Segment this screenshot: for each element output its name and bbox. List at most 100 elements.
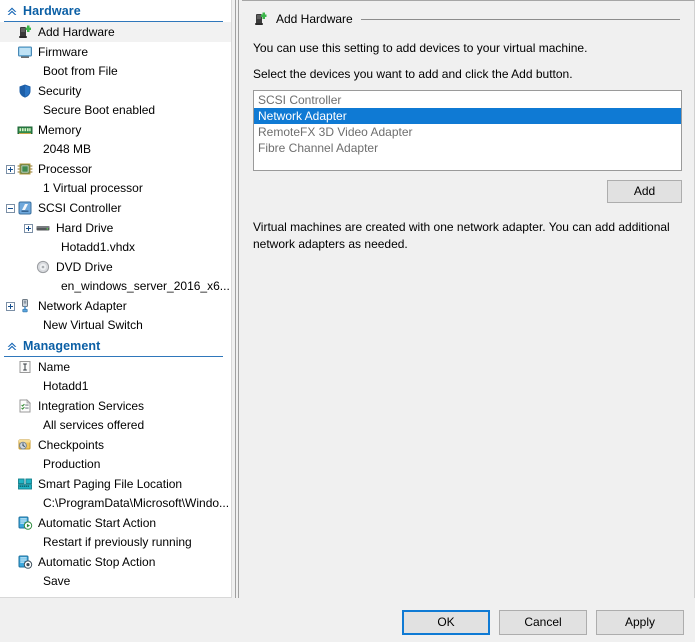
tree-item-scsi-controller[interactable]: SCSI Controller	[0, 198, 231, 218]
network-adapter-icon	[17, 298, 33, 314]
cancel-button[interactable]: Cancel	[499, 610, 587, 635]
tree-item-network-adapter[interactable]: Network Adapter	[0, 296, 231, 316]
tree-item-subtext: Restart if previously running	[43, 535, 192, 549]
pane-splitter[interactable]	[232, 0, 242, 598]
tree-item-label: Automatic Start Action	[38, 516, 157, 530]
settings-detail-pane: Add Hardware You can use this setting to…	[242, 0, 695, 598]
intro-line-1: You can use this setting to add devices …	[253, 41, 588, 55]
settings-tree[interactable]: Hardware Add Hardware Firmware Boot from Fi…	[0, 0, 231, 597]
firmware-monitor-icon	[17, 44, 33, 60]
tree-item-subtext: Secure Boot enabled	[43, 103, 156, 117]
tree-expander-spacer	[4, 435, 17, 455]
device-list-item[interactable]: Network Adapter	[254, 108, 681, 124]
tree-item-smart-paging-file-location[interactable]: Smart Paging File Location	[0, 474, 231, 494]
tree-item-subtext: All services offered	[43, 418, 145, 432]
tree-item-subtext: en_windows_server_2016_x6...	[61, 279, 230, 293]
footer-button-group: OK Cancel Apply	[402, 610, 684, 635]
integration-services-icon	[17, 398, 33, 414]
tree-item-subtext: Hotadd1	[43, 379, 89, 393]
chevron-up-icon[interactable]	[4, 3, 20, 19]
tree-item-automatic-stop-action[interactable]: Automatic Stop Action	[0, 552, 231, 572]
tree-item-memory[interactable]: Memory	[0, 120, 231, 140]
tree-item-label: DVD Drive	[56, 260, 113, 274]
tree-item-security[interactable]: Security	[0, 81, 231, 101]
tree-item-hard-drive[interactable]: Hard Drive	[0, 218, 231, 238]
tree-expander-spacer	[4, 22, 17, 42]
tree-item-add-hardware[interactable]: Add Hardware	[0, 22, 231, 42]
tree-expander-spacer	[4, 513, 17, 533]
section-title: Management	[23, 338, 101, 353]
tree-item-label: Integration Services	[38, 399, 145, 413]
tree-item-label: Processor	[38, 162, 93, 176]
add-hardware-icon	[17, 24, 33, 40]
name-textfield-icon	[17, 359, 33, 375]
tree-item-subtext: Save	[43, 574, 71, 588]
tree-item-integration-services[interactable]: Integration Services	[0, 396, 231, 416]
tree-expander-spacer	[4, 357, 17, 377]
auto-start-icon	[17, 515, 33, 531]
intro-line-2: Select the devices you want to add and c…	[253, 67, 573, 81]
memory-dimm-icon	[17, 122, 33, 138]
add-hardware-icon	[253, 11, 269, 27]
tree-item-label: Network Adapter	[38, 299, 127, 313]
tree-expander-plus-icon[interactable]	[22, 218, 35, 238]
device-list-item[interactable]: RemoteFX 3D Video Adapter	[254, 124, 681, 140]
smart-paging-icon	[17, 476, 33, 492]
tree-item-label: Checkpoints	[38, 438, 105, 452]
tree-expander-minus-icon[interactable]	[4, 198, 17, 218]
tree-item-label: Memory	[38, 123, 82, 137]
checkpoints-icon	[17, 437, 33, 453]
add-button-row: Add	[253, 180, 682, 203]
device-hint-text: Virtual machines are created with one ne…	[253, 220, 670, 251]
tree-item-label: Security	[38, 84, 82, 98]
tree-item-checkpoints[interactable]: Checkpoints	[0, 435, 231, 455]
tree-item-subtext: C:\ProgramData\Microsoft\Windo...	[43, 496, 230, 510]
tree-expander-spacer	[4, 120, 17, 140]
pane-title-rule	[360, 18, 680, 20]
tree-item-subtext: New Virtual Switch	[43, 318, 143, 332]
chevron-up-icon[interactable]	[4, 338, 20, 354]
dialog-body: Hardware Add Hardware Firmware Boot from Fi…	[0, 0, 695, 598]
tree-expander-spacer	[4, 42, 17, 62]
tree-item-processor[interactable]: Processor	[0, 159, 231, 179]
tree-item-subtext: Hotadd1.vhdx	[61, 240, 136, 254]
security-shield-icon	[17, 83, 33, 99]
ok-button[interactable]: OK	[402, 610, 490, 635]
device-list-item[interactable]: SCSI Controller	[254, 92, 681, 108]
tree-item-subtext: 2048 MB	[43, 142, 92, 156]
device-list-box[interactable]: SCSI Controller Network Adapter RemoteFX 3…	[253, 90, 682, 171]
auto-stop-icon	[17, 554, 33, 570]
hard-drive-icon	[35, 220, 51, 236]
pane-header: Add Hardware	[253, 10, 682, 28]
vm-settings-dialog: Hardware Add Hardware Firmware Boot from Fi…	[0, 0, 695, 642]
tree-item-label: SCSI Controller	[38, 201, 122, 215]
tree-expander-spacer	[4, 552, 17, 572]
tree-item-label: Smart Paging File Location	[38, 477, 183, 491]
tree-expander-spacer	[4, 474, 17, 494]
section-header-management[interactable]: Management	[0, 335, 231, 356]
tree-item-dvd-drive[interactable]: DVD Drive	[0, 257, 231, 277]
tree-expander-spacer	[4, 396, 17, 416]
tree-item-subtext: Production	[43, 457, 101, 471]
tree-item-label: Name	[38, 360, 71, 374]
tree-expander-spacer	[4, 81, 17, 101]
scsi-controller-icon	[17, 200, 33, 216]
tree-item-automatic-start-action[interactable]: Automatic Start Action	[0, 513, 231, 533]
section-header-hardware[interactable]: Hardware	[0, 0, 231, 21]
add-button[interactable]: Add	[607, 180, 682, 203]
tree-expander-plus-icon[interactable]	[4, 296, 17, 316]
tree-item-firmware[interactable]: Firmware	[0, 42, 231, 62]
dialog-footer: OK Cancel Apply	[0, 598, 695, 642]
splitter-handle[interactable]	[235, 0, 239, 598]
tree-item-label: Automatic Stop Action	[38, 555, 156, 569]
tree-item-label: Hard Drive	[56, 221, 114, 235]
tree-expander-plus-icon[interactable]	[4, 159, 17, 179]
pane-title-text: Add Hardware	[276, 12, 353, 26]
tree-item-name[interactable]: Name	[0, 357, 231, 377]
apply-button[interactable]: Apply	[596, 610, 684, 635]
device-list-item[interactable]: Fibre Channel Adapter	[254, 140, 681, 156]
section-title: Hardware	[23, 3, 81, 18]
tree-item-subtext: Boot from File	[43, 64, 118, 78]
settings-navigation-pane: Hardware Add Hardware Firmware Boot from Fi…	[0, 0, 232, 598]
dvd-drive-icon	[35, 259, 51, 275]
